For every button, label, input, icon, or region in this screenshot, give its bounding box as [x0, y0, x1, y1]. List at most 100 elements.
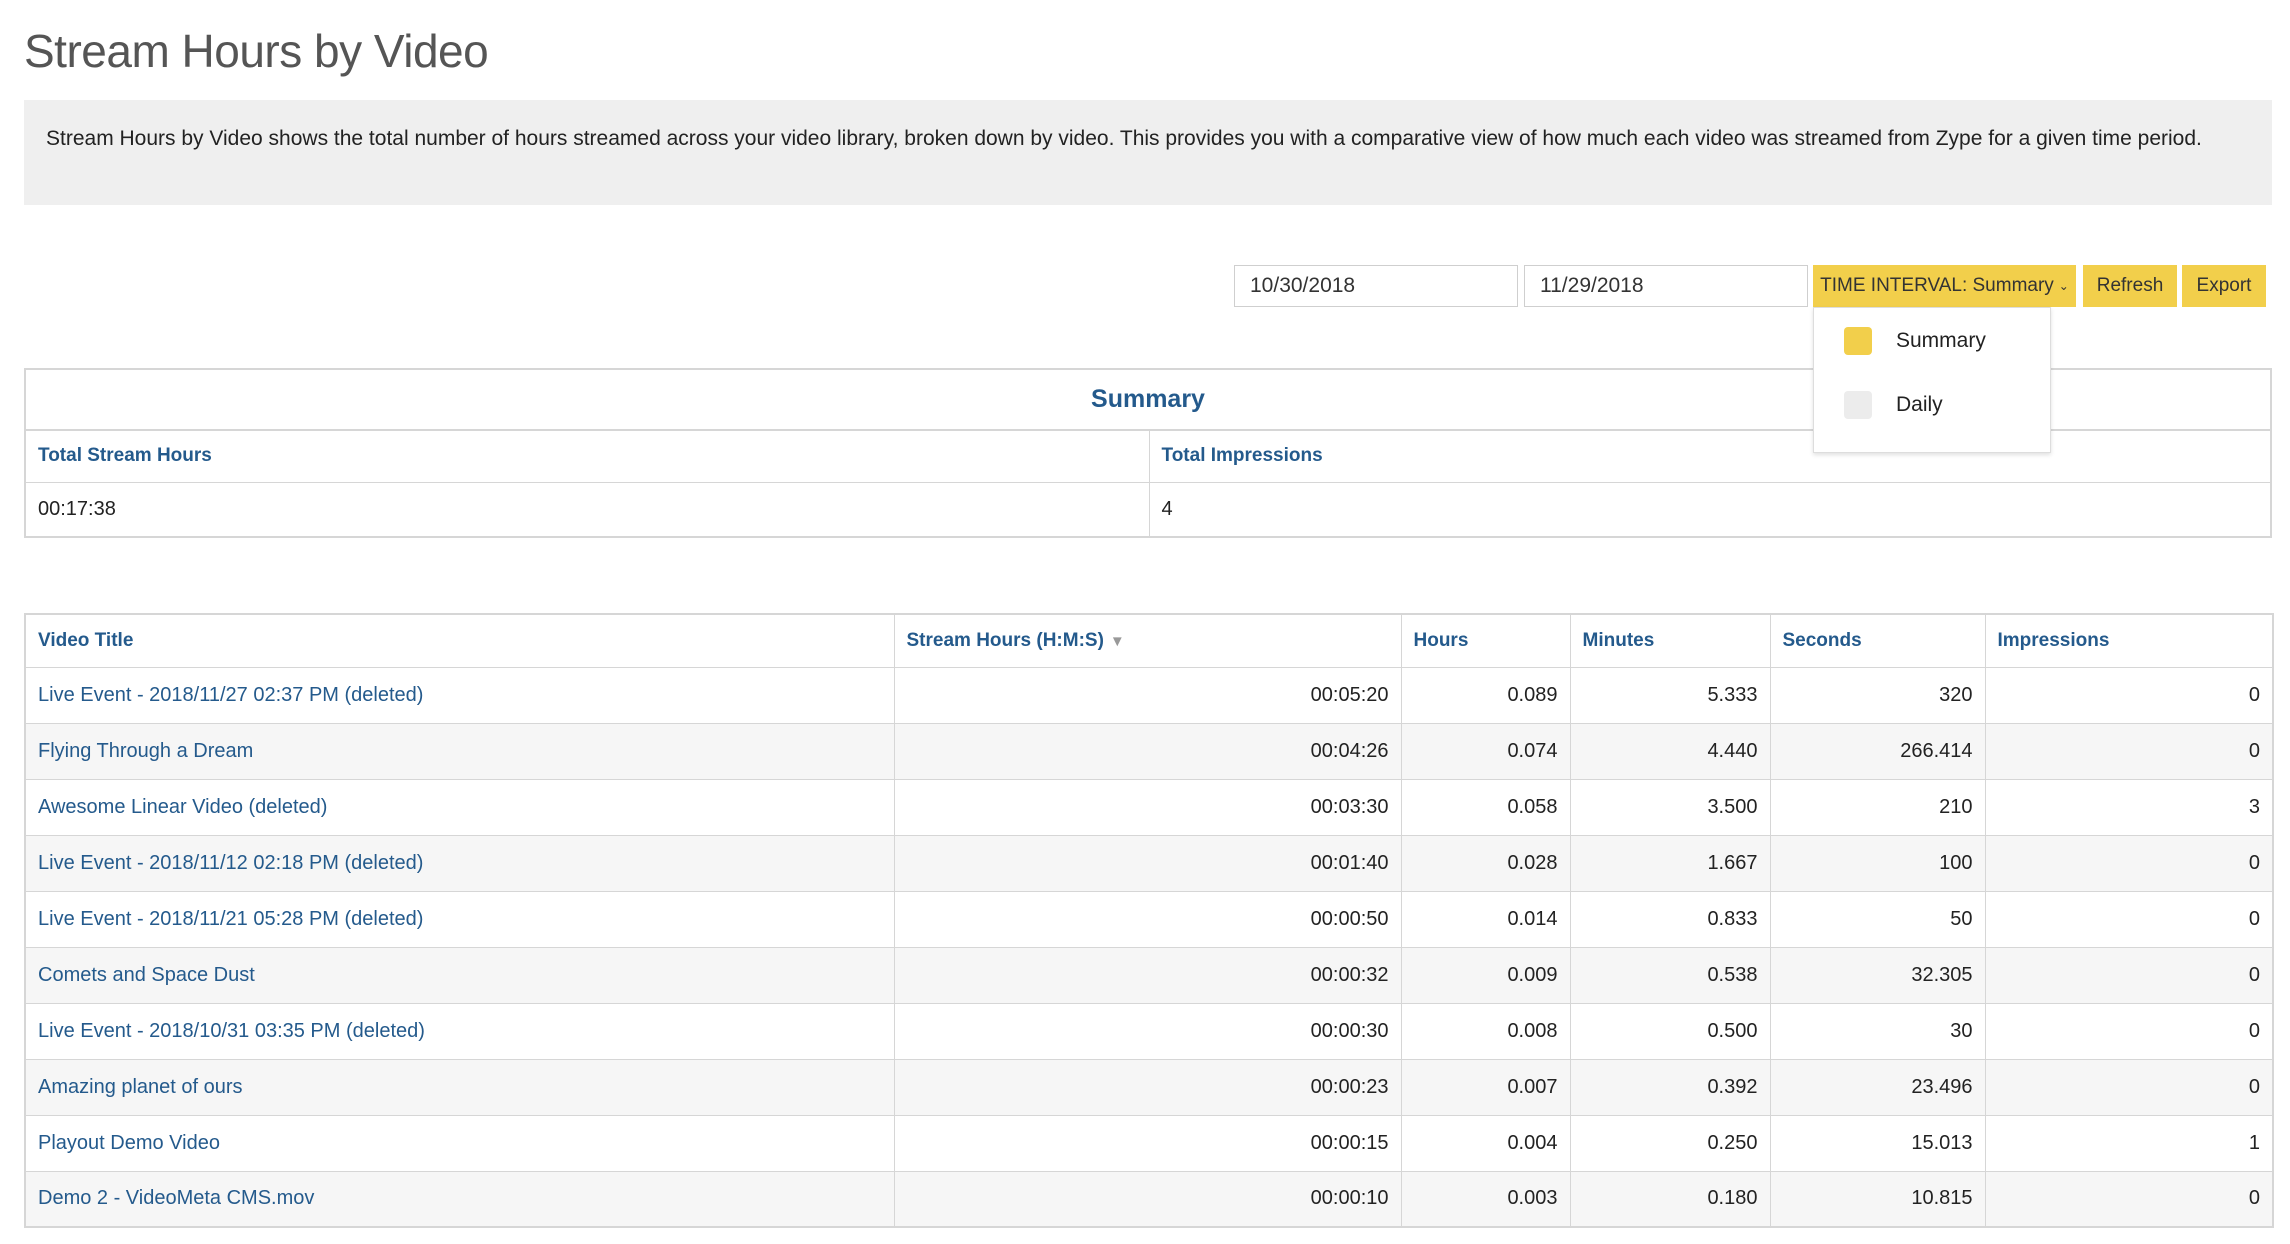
stream-hours-cell: 00:00:32: [893, 946, 1402, 1004]
stream-hours-cell: 00:00:30: [893, 1002, 1402, 1060]
sort-descending-icon: ▼: [1109, 632, 1125, 650]
report-controls: TIME INTERVAL: Summary ⌄ Refresh Export: [0, 265, 2290, 307]
selected-swatch-icon: [1844, 327, 1872, 355]
stream-hours-cell: 00:04:26: [893, 722, 1402, 780]
start-date-input[interactable]: [1234, 265, 1518, 307]
minutes-cell: 1.667: [1569, 834, 1771, 892]
video-title-link[interactable]: Live Event - 2018/11/21 05:28 PM (delete…: [24, 890, 895, 948]
total-stream-hours-value: 00:17:38: [24, 481, 1150, 538]
impressions-cell: 0: [1984, 1002, 2274, 1060]
stream-hours-cell: 00:00:10: [893, 1170, 1402, 1228]
end-date-input[interactable]: [1524, 265, 1808, 307]
column-header-seconds[interactable]: Seconds: [1769, 613, 1986, 668]
description-text: Stream Hours by Video shows the total nu…: [46, 127, 2202, 150]
page-title: Stream Hours by Video: [24, 25, 489, 77]
minutes-cell: 0.180: [1569, 1170, 1771, 1228]
impressions-cell: 0: [1984, 722, 2274, 780]
hours-cell: 0.009: [1400, 946, 1571, 1004]
table-row: Live Event - 2018/11/27 02:37 PM (delete…: [24, 666, 2274, 724]
interval-option-label: Summary: [1896, 329, 1986, 352]
column-header-label: Stream Hours (H:M:S): [906, 629, 1104, 651]
export-button[interactable]: Export: [2182, 265, 2266, 307]
stream-hours-cell: 00:03:30: [893, 778, 1402, 836]
seconds-cell: 210: [1769, 778, 1986, 836]
hours-cell: 0.089: [1400, 666, 1571, 724]
impressions-cell: 0: [1984, 1058, 2274, 1116]
column-header-minutes[interactable]: Minutes: [1569, 613, 1771, 668]
video-title-link[interactable]: Comets and Space Dust: [24, 946, 895, 1004]
column-header-video-title[interactable]: Video Title: [24, 613, 895, 668]
seconds-cell: 23.496: [1769, 1058, 1986, 1116]
seconds-cell: 32.305: [1769, 946, 1986, 1004]
video-title-link[interactable]: Awesome Linear Video (deleted): [24, 778, 895, 836]
minutes-cell: 0.538: [1569, 946, 1771, 1004]
table-row: Amazing planet of ours 00:00:23 0.007 0.392…: [24, 1058, 2274, 1116]
video-title-link[interactable]: Flying Through a Dream: [24, 722, 895, 780]
impressions-cell: 3: [1984, 778, 2274, 836]
seconds-cell: 30: [1769, 1002, 1986, 1060]
column-header-stream-hours[interactable]: Stream Hours (H:M:S) ▼: [893, 613, 1402, 668]
minutes-cell: 4.440: [1569, 722, 1771, 780]
seconds-cell: 320: [1769, 666, 1986, 724]
minutes-cell: 0.250: [1569, 1114, 1771, 1172]
impressions-cell: 1: [1984, 1114, 2274, 1172]
total-stream-hours-label: Total Stream Hours: [24, 429, 1150, 483]
stream-hours-cell: 00:05:20: [893, 666, 1402, 724]
refresh-button[interactable]: Refresh: [2083, 265, 2177, 307]
seconds-cell: 10.815: [1769, 1170, 1986, 1228]
minutes-cell: 0.500: [1569, 1002, 1771, 1060]
impressions-cell: 0: [1984, 946, 2274, 1004]
interval-option-label: Daily: [1896, 393, 1943, 416]
column-header-hours[interactable]: Hours: [1400, 613, 1571, 668]
time-interval-dropdown-button[interactable]: TIME INTERVAL: Summary ⌄: [1813, 265, 2076, 307]
column-header-impressions[interactable]: Impressions: [1984, 613, 2274, 668]
table-row: Awesome Linear Video (deleted) 00:03:30 0.…: [24, 778, 2274, 836]
stream-hours-cell: 00:00:23: [893, 1058, 1402, 1116]
seconds-cell: 100: [1769, 834, 1986, 892]
minutes-cell: 5.333: [1569, 666, 1771, 724]
table-row: Playout Demo Video 00:00:15 0.004 0.250 15.0…: [24, 1114, 2274, 1172]
hours-cell: 0.007: [1400, 1058, 1571, 1116]
seconds-cell: 15.013: [1769, 1114, 1986, 1172]
videos-table: Video Title Stream Hours (H:M:S) ▼ Hours …: [24, 613, 2274, 1228]
interval-option-daily[interactable]: Daily: [1844, 390, 1943, 420]
chevron-down-icon: ⌄: [2058, 279, 2069, 293]
video-title-link[interactable]: Live Event - 2018/10/31 03:35 PM (delete…: [24, 1002, 895, 1060]
hours-cell: 0.074: [1400, 722, 1571, 780]
impressions-cell: 0: [1984, 1170, 2274, 1228]
total-impressions-label: Total Impressions: [1148, 429, 2272, 483]
video-title-link[interactable]: Demo 2 - VideoMeta CMS.mov: [24, 1170, 895, 1228]
hours-cell: 0.014: [1400, 890, 1571, 948]
table-row: Live Event - 2018/11/21 05:28 PM (delete…: [24, 890, 2274, 948]
stream-hours-cell: 00:00:50: [893, 890, 1402, 948]
table-row: Comets and Space Dust 00:00:32 0.009 0.538 3…: [24, 946, 2274, 1004]
table-row: Demo 2 - VideoMeta CMS.mov 00:00:10 0.003 0…: [24, 1170, 2274, 1228]
hours-cell: 0.028: [1400, 834, 1571, 892]
video-title-link[interactable]: Live Event - 2018/11/12 02:18 PM (delete…: [24, 834, 895, 892]
time-interval-menu: Summary Daily: [1813, 307, 2051, 453]
hours-cell: 0.058: [1400, 778, 1571, 836]
hours-cell: 0.003: [1400, 1170, 1571, 1228]
video-title-link[interactable]: Live Event - 2018/11/27 02:37 PM (delete…: [24, 666, 895, 724]
total-impressions-value: 4: [1148, 481, 2272, 538]
video-title-link[interactable]: Amazing planet of ours: [24, 1058, 895, 1116]
stream-hours-cell: 00:01:40: [893, 834, 1402, 892]
table-row: Live Event - 2018/10/31 03:35 PM (delete…: [24, 1002, 2274, 1060]
impressions-cell: 0: [1984, 666, 2274, 724]
seconds-cell: 266.414: [1769, 722, 1986, 780]
hours-cell: 0.008: [1400, 1002, 1571, 1060]
table-header-row: Video Title Stream Hours (H:M:S) ▼ Hours …: [24, 613, 2274, 668]
impressions-cell: 0: [1984, 890, 2274, 948]
time-interval-label: TIME INTERVAL: Summary: [1820, 275, 2054, 296]
minutes-cell: 3.500: [1569, 778, 1771, 836]
interval-option-summary[interactable]: Summary: [1844, 326, 1986, 356]
minutes-cell: 0.833: [1569, 890, 1771, 948]
impressions-cell: 0: [1984, 834, 2274, 892]
stream-hours-cell: 00:00:15: [893, 1114, 1402, 1172]
hours-cell: 0.004: [1400, 1114, 1571, 1172]
video-title-link[interactable]: Playout Demo Video: [24, 1114, 895, 1172]
table-row: Flying Through a Dream 00:04:26 0.074 4.440…: [24, 722, 2274, 780]
seconds-cell: 50: [1769, 890, 1986, 948]
unselected-swatch-icon: [1844, 391, 1872, 419]
description-box: Stream Hours by Video shows the total nu…: [24, 100, 2272, 205]
